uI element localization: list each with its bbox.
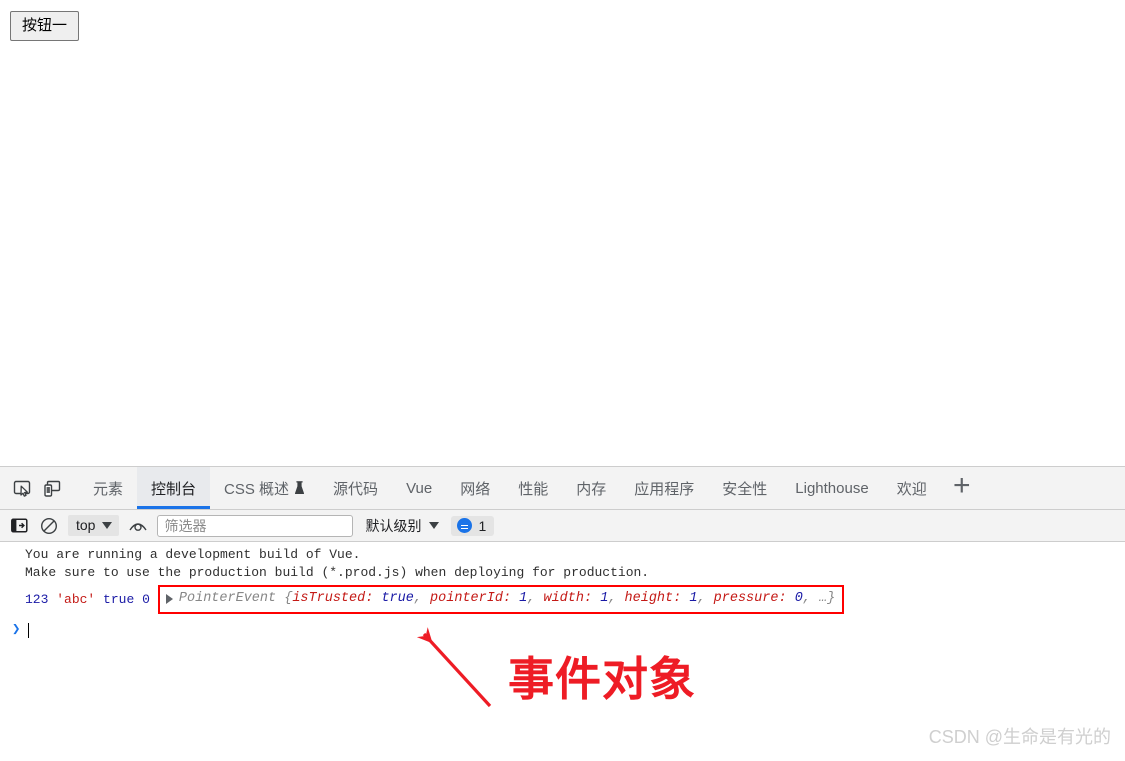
tab-label: 欢迎 [896, 480, 927, 498]
tab-welcome[interactable]: 欢迎 [883, 467, 941, 509]
event-prop-value: true [381, 591, 414, 606]
log-level-value: 默认级别 [365, 517, 422, 534]
log-level-dropdown[interactable]: 默认级别 [361, 514, 443, 538]
event-ellipsis: …} [819, 591, 836, 606]
csdn-watermark: CSDN @生命是有光的 [928, 727, 1111, 747]
event-prop-key: width: [543, 591, 593, 606]
event-prop-key: pressure: [713, 591, 787, 606]
devtools-panel: 元素 控制台 CSS 概述 源代码 Vue 网络 性能 内存 应用程序 安全性 … [0, 466, 1125, 761]
tab-label: 源代码 [333, 480, 379, 498]
execution-context-dropdown[interactable]: top [68, 515, 120, 536]
tab-sources[interactable]: 源代码 [319, 467, 392, 509]
tab-console[interactable]: 控制台 [137, 467, 211, 509]
tab-label: CSS 概述 [224, 480, 290, 498]
page-button-one[interactable]: 按钮一 [10, 11, 80, 41]
rendered-page-area: 按钮一 [0, 0, 1125, 466]
tab-label: 控制台 [151, 480, 197, 498]
inspect-element-glyph [13, 480, 30, 497]
log-value-number: 123 [25, 591, 49, 607]
chevron-down-icon [429, 522, 440, 529]
tab-network[interactable]: 网络 [446, 467, 504, 509]
event-constructor-name: PointerEvent [178, 591, 277, 606]
console-toolbar: top 默认级别 1 [0, 510, 1125, 542]
log-value-boolean: true [103, 591, 135, 607]
beaker-icon [294, 481, 305, 495]
tab-label: 安全性 [722, 480, 768, 498]
log-value-string: 'abc' [56, 591, 96, 607]
event-prop-key: height: [624, 591, 682, 606]
event-prop-value: 0 [794, 591, 803, 606]
text-cursor [28, 622, 30, 638]
message-bubble-icon [457, 518, 473, 533]
console-log-values-row: 123 'abc' true 0 PointerEvent {isTrusted… [0, 585, 1125, 614]
console-message: You are running a development build of V… [25, 547, 361, 562]
device-toolbar-icon[interactable] [37, 467, 67, 509]
tab-performance[interactable]: 性能 [504, 467, 562, 509]
console-filter-input[interactable] [157, 514, 354, 537]
clear-console-icon[interactable] [38, 515, 60, 537]
tab-label: Lighthouse [795, 479, 869, 497]
tab-label: 元素 [93, 480, 124, 498]
devtools-tabbar: 元素 控制台 CSS 概述 源代码 Vue 网络 性能 内存 应用程序 安全性 … [0, 467, 1125, 510]
devtools-tab-list: 元素 控制台 CSS 概述 源代码 Vue 网络 性能 内存 应用程序 安全性 … [79, 467, 941, 509]
beaker-glyph [294, 481, 305, 494]
expand-triangle-icon[interactable] [165, 594, 173, 604]
execution-context-value: top [76, 517, 96, 533]
inspect-element-icon[interactable] [7, 467, 37, 509]
message-count: 1 [478, 517, 487, 534]
message-count-badge[interactable]: 1 [451, 515, 495, 536]
tab-vue[interactable]: Vue [392, 467, 446, 509]
pointer-event-summary: PointerEvent {isTrusted: true, pointerId… [178, 591, 836, 606]
event-prop-key: pointerId: [430, 591, 512, 606]
tab-elements[interactable]: 元素 [79, 467, 137, 509]
tab-security[interactable]: 安全性 [708, 467, 781, 509]
live-expression-icon[interactable] [127, 515, 149, 537]
tab-label: 性能 [518, 480, 549, 498]
device-toolbar-glyph [43, 480, 60, 497]
console-message: Make sure to use the production build (*… [25, 565, 650, 580]
tab-css-overview[interactable]: CSS 概述 [210, 467, 319, 509]
clear-console-glyph [40, 517, 58, 534]
add-tab-button[interactable]: + [941, 467, 983, 509]
console-prompt-row[interactable]: ❯ [0, 621, 1125, 639]
event-prop-key: isTrusted: [292, 591, 374, 606]
prompt-caret-icon: ❯ [12, 622, 21, 638]
event-open-brace: { [276, 591, 293, 606]
log-value-number: 0 [142, 591, 150, 607]
sidebar-toggle-glyph [10, 518, 28, 533]
sidebar-toggle-icon[interactable] [8, 515, 30, 537]
tab-label: 内存 [576, 480, 607, 498]
tab-application[interactable]: 应用程序 [620, 467, 708, 509]
chevron-down-icon [102, 521, 113, 529]
tab-memory[interactable]: 内存 [562, 467, 620, 509]
pointer-event-highlight-box[interactable]: PointerEvent {isTrusted: true, pointerId… [157, 585, 845, 614]
annotation-label: 事件对象 [508, 652, 696, 706]
tab-label: 应用程序 [634, 480, 695, 498]
eye-glyph [129, 522, 148, 531]
tab-label: Vue [406, 479, 433, 497]
tab-label: 网络 [460, 480, 491, 498]
tab-lighthouse[interactable]: Lighthouse [781, 467, 882, 509]
